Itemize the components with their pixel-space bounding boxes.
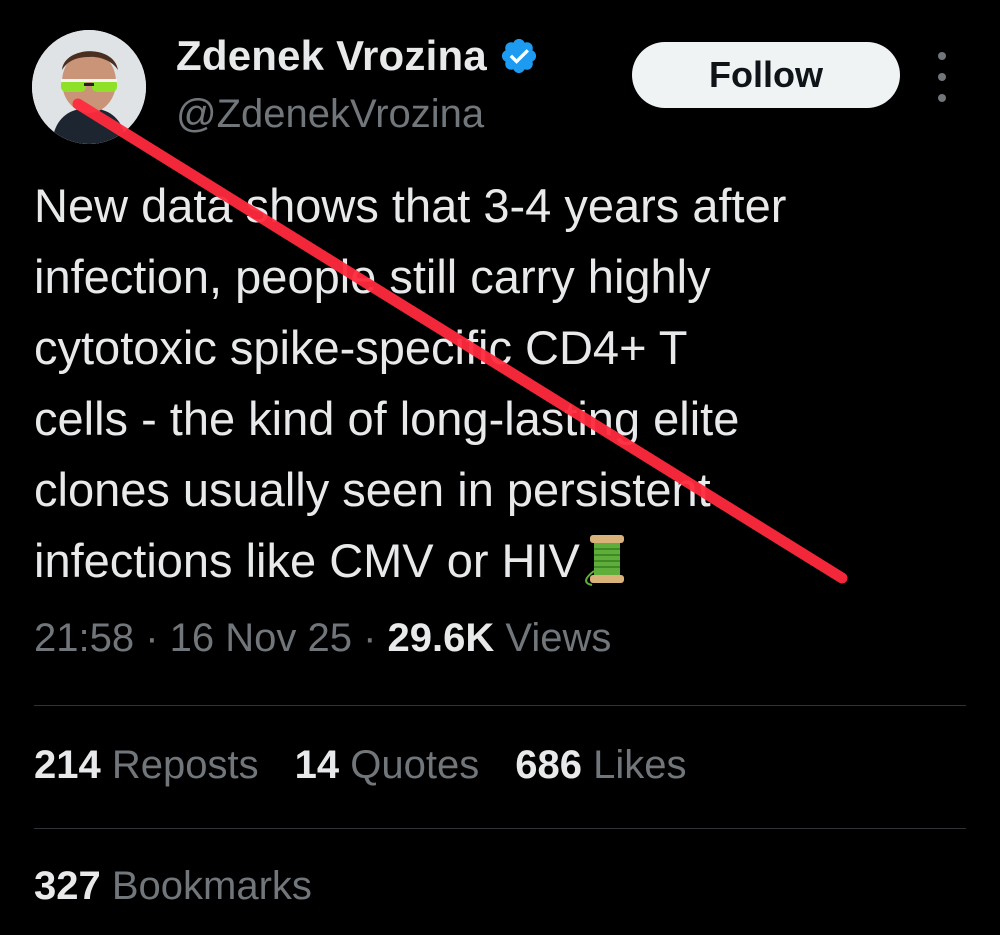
views-count: 29.6K	[387, 616, 495, 660]
tweet-time[interactable]: 21:58	[34, 616, 134, 660]
tweet-date[interactable]: 16 Nov 25	[170, 616, 352, 660]
likes-label: Likes	[593, 743, 687, 787]
meta-separator: ·	[134, 616, 170, 660]
tweet-line: New data shows that 3-4 years after	[34, 179, 787, 232]
bookmarks-count: 327	[34, 864, 101, 908]
more-dot	[938, 73, 946, 81]
avatar[interactable]	[32, 30, 146, 144]
tweet-line: cells - the kind of long-lasting elite	[34, 392, 740, 445]
more-dot	[938, 94, 946, 102]
tweet-line: infections like CMV or HIV	[34, 534, 580, 587]
follow-button[interactable]: Follow	[632, 42, 900, 108]
quotes-stat[interactable]: 14 Quotes	[295, 743, 480, 788]
avatar-photo	[32, 30, 146, 144]
likes-stat[interactable]: 686 Likes	[515, 743, 686, 788]
divider	[34, 828, 966, 829]
bookmarks-stat[interactable]: 327 Bookmarks	[34, 864, 312, 909]
more-dot	[938, 52, 946, 60]
author-display-name[interactable]: Zdenek Vrozina	[176, 32, 487, 80]
author-name-row: Zdenek Vrozina	[176, 32, 539, 80]
tweet-text: New data shows that 3-4 years after infe…	[34, 170, 974, 596]
author-handle[interactable]: @ZdenekVrozina	[176, 92, 484, 137]
quotes-count: 14	[294, 743, 340, 787]
tweet-line: cytotoxic spike-specific CD4+ T	[34, 321, 688, 374]
reposts-count: 214	[34, 743, 101, 787]
likes-count: 686	[515, 743, 582, 787]
tweet-line: clones usually seen in persistent	[34, 463, 711, 516]
engagement-stats: 214 Reposts 14 Quotes 686 Likes	[34, 743, 686, 788]
divider	[34, 705, 966, 706]
reposts-label: Reposts	[111, 743, 259, 787]
tweet-line: infection, people still carry highly	[34, 250, 711, 303]
bookmarks-label: Bookmarks	[111, 864, 312, 908]
reposts-stat[interactable]: 214 Reposts	[34, 743, 259, 788]
tweet-meta: 21:58 · 16 Nov 25 · 29.6K Views	[34, 616, 611, 661]
spool-of-thread-emoji	[584, 531, 630, 587]
views-label: Views	[505, 616, 612, 660]
meta-separator: ·	[352, 616, 388, 660]
quotes-label: Quotes	[350, 743, 480, 787]
verified-badge-icon[interactable]	[499, 36, 539, 76]
more-vertical-icon[interactable]	[930, 52, 954, 102]
